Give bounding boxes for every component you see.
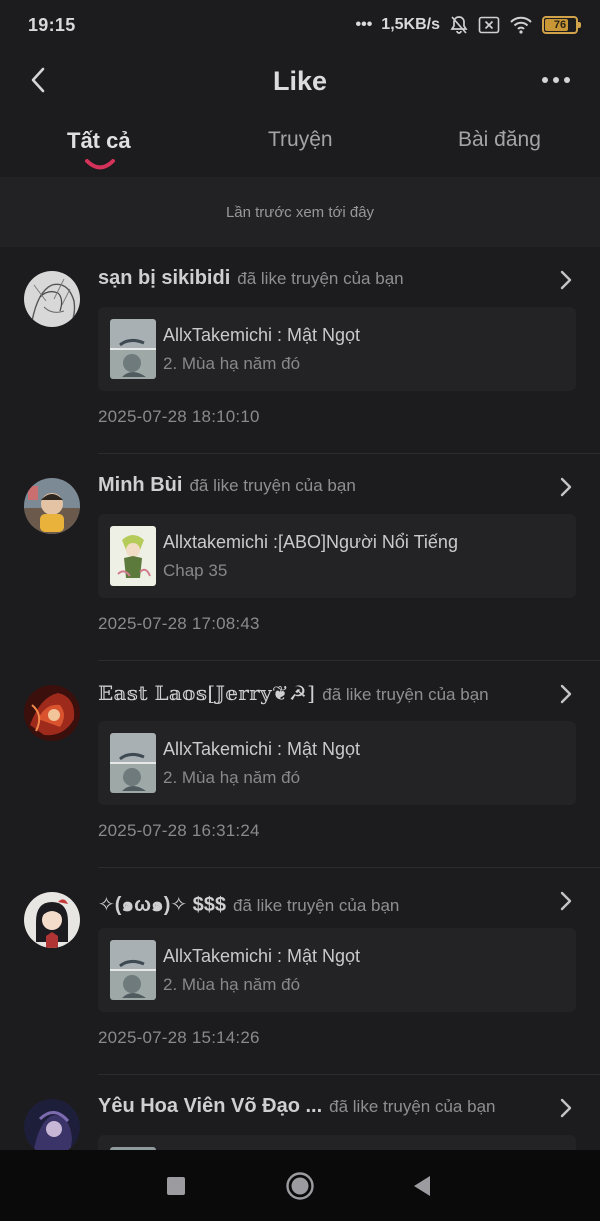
item-header: ✧(๑ω๑)✧ $$$ đã like truyện của bạn	[98, 888, 574, 916]
more-dot-icon	[553, 77, 559, 83]
list-item[interactable]: Minh Bùi đã like truyện của bạn Allxtake…	[0, 454, 600, 661]
list-item[interactable]: ✧(๑ω๑)✧ $$$ đã like truyện của bạn AllxT…	[0, 868, 600, 1075]
chevron-left-icon	[31, 67, 45, 93]
story-card[interactable]: AllxTakemichi : Mật Ngọt 2. Mùa hạ năm đ…	[98, 928, 576, 1012]
battery-level: 76	[553, 19, 567, 31]
wifi-icon	[509, 16, 533, 34]
action-text: đã like truyện của bạn	[322, 685, 489, 704]
story-thumbnail	[110, 526, 156, 586]
item-header: sạn bị sikibidi đã like truyện của bạn	[98, 267, 574, 295]
bell-muted-icon	[449, 15, 469, 35]
status-time: 19:15	[28, 14, 76, 35]
action-text: đã like truyện của bạn	[189, 476, 356, 495]
tab-posts[interactable]: Bài đăng	[458, 128, 541, 152]
story-thumbnail	[110, 733, 156, 793]
header: Like	[0, 52, 600, 110]
item-header: Minh Bùi đã like truyện của bạn	[98, 474, 574, 502]
user-name[interactable]: sạn bị sikibidi	[98, 267, 230, 290]
timestamp: 2025-07-28 15:14:26	[98, 1028, 260, 1047]
page-title: Like	[272, 65, 328, 96]
story-chapter: Chap 35	[163, 561, 228, 580]
timestamp: 2025-07-28 17:08:43	[98, 614, 260, 633]
active-tab-indicator	[85, 159, 115, 170]
story-thumbnail	[110, 319, 156, 379]
user-name[interactable]: Minh Bùi	[98, 474, 182, 497]
action-text: đã like truyện của bạn	[329, 1097, 496, 1116]
story-title: AllxTakemichi : Mật Ngọt	[163, 946, 361, 966]
avatar[interactable]	[24, 271, 80, 327]
system-nav-bar	[0, 1150, 600, 1221]
more-dot-icon	[542, 77, 548, 83]
story-card[interactable]: Allxtakemichi :[ABO]Người Nổi Tiếng Chap…	[98, 514, 576, 598]
status-bar: 19:15 ••• 1,5KB/s 76	[0, 0, 600, 50]
story-thumbnail	[110, 940, 156, 1000]
last-viewed-banner: Lần trước xem tới đây	[0, 177, 600, 247]
timestamp: 2025-07-28 16:31:24	[98, 821, 260, 840]
user-name[interactable]: 𝔼𝕒𝕤𝕥 𝕃𝕒𝕠𝕤[𝕁𝕖𝕣𝕣𝕪❦☭]	[98, 681, 315, 705]
circle-icon	[286, 1172, 314, 1200]
like-feed: sạn bị sikibidi đã like truyện của bạn A…	[0, 247, 600, 1150]
user-name[interactable]: Yêu Hoa Viên Võ Đạo ...	[98, 1095, 322, 1118]
battery-icon: 76	[542, 16, 581, 34]
avatar[interactable]	[24, 478, 80, 534]
action-text: đã like truyện của bạn	[233, 896, 400, 915]
user-name[interactable]: ✧(๑ω๑)✧ $$$	[98, 888, 226, 920]
square-icon	[167, 1177, 185, 1195]
recent-apps-button[interactable]	[160, 1170, 192, 1202]
list-item[interactable]: sạn bị sikibidi đã like truyện của bạn A…	[0, 247, 600, 454]
item-header: 𝔼𝕒𝕤𝕥 𝕃𝕒𝕠𝕤[𝕁𝕖𝕣𝕣𝕪❦☭] đã like truyện của bạ…	[98, 681, 574, 709]
more-notifications-icon: •••	[355, 16, 373, 33]
timestamp: 2025-07-28 18:10:10	[98, 407, 260, 426]
story-card[interactable]: AllxTakemichi : Mật Ngọt 2. Mùa hạ năm đ…	[98, 307, 576, 391]
chevron-right-icon[interactable]	[558, 269, 574, 291]
story-chapter: 2. Mùa hạ năm đó	[163, 975, 301, 994]
story-title: AllxTakemichi : Mật Ngọt	[163, 739, 361, 759]
network-speed: 1,5KB/s	[381, 16, 440, 33]
tab-all[interactable]: Tất cả	[67, 128, 131, 154]
avatar[interactable]	[24, 892, 80, 948]
tab-stories[interactable]: Truyện	[268, 128, 333, 152]
list-item[interactable]: Yêu Hoa Viên Võ Đạo ... đã like truyện c…	[0, 1075, 600, 1150]
action-text: đã like truyện của bạn	[237, 269, 404, 288]
list-item[interactable]: 𝔼𝕒𝕤𝕥 𝕃𝕒𝕠𝕤[𝕁𝕖𝕣𝕣𝕪❦☭] đã like truyện của bạ…	[0, 661, 600, 868]
triangle-back-icon	[414, 1176, 430, 1196]
sim-no-signal-icon	[478, 16, 500, 34]
story-chapter: 2. Mùa hạ năm đó	[163, 768, 301, 787]
more-dot-icon	[564, 77, 570, 83]
back-button[interactable]	[20, 62, 56, 98]
chevron-right-icon[interactable]	[558, 1097, 574, 1119]
back-nav-button[interactable]	[406, 1170, 438, 1202]
story-chapter: 2. Mùa hạ năm đó	[163, 354, 301, 373]
story-card[interactable]	[98, 1135, 576, 1150]
item-header: Yêu Hoa Viên Võ Đạo ... đã like truyện c…	[98, 1095, 574, 1123]
chevron-right-icon[interactable]	[558, 890, 574, 912]
home-button[interactable]	[284, 1170, 316, 1202]
chevron-right-icon[interactable]	[558, 683, 574, 705]
story-card[interactable]: AllxTakemichi : Mật Ngọt 2. Mùa hạ năm đ…	[98, 721, 576, 805]
avatar[interactable]	[24, 685, 80, 741]
status-indicators: ••• 1,5KB/s 76	[355, 15, 581, 35]
chevron-right-icon[interactable]	[558, 476, 574, 498]
story-title: Allxtakemichi :[ABO]Người Nổi Tiếng	[163, 532, 458, 552]
avatar[interactable]	[24, 1099, 80, 1150]
more-options-button[interactable]	[536, 62, 576, 98]
story-title: AllxTakemichi : Mật Ngọt	[163, 325, 361, 345]
